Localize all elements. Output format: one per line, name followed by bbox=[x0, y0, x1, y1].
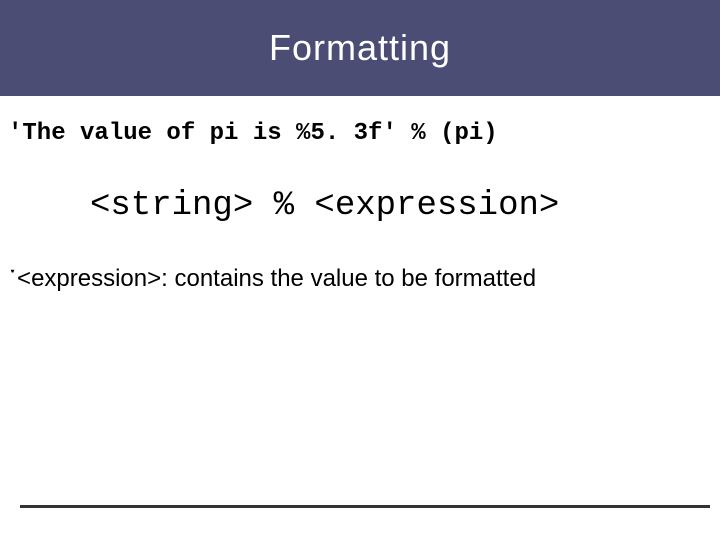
slide-title: Formatting bbox=[269, 27, 451, 69]
title-bar: Formatting bbox=[0, 0, 720, 96]
description-line: ་ <expression>: contains the value to be… bbox=[0, 225, 720, 293]
slide: Formatting 'The value of pi is %5. 3f' %… bbox=[0, 0, 720, 540]
bullet-icon: ་ bbox=[10, 267, 15, 291]
description-body: contains the value to be formatted bbox=[168, 265, 536, 293]
code-example: 'The value of pi is %5. 3f' % (pi) bbox=[0, 96, 720, 147]
description-term: <expression>: bbox=[17, 265, 168, 293]
horizontal-rule bbox=[20, 505, 710, 508]
syntax-pattern: <string> % <expression> bbox=[0, 147, 720, 225]
